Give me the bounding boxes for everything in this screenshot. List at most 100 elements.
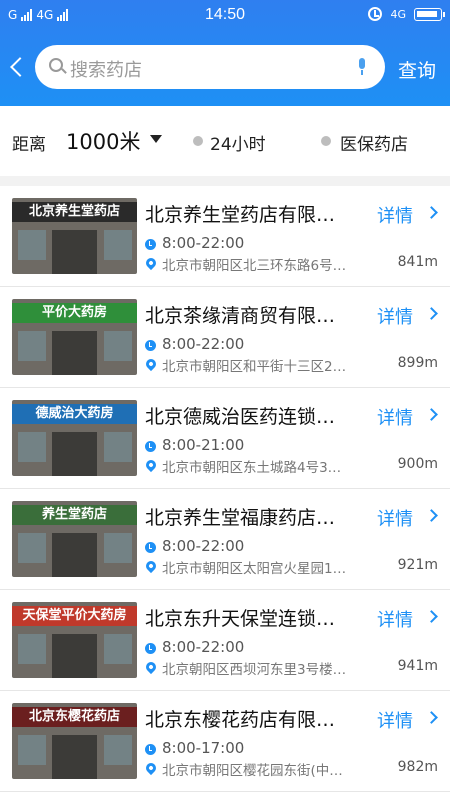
detail-link[interactable]: 详情	[377, 202, 413, 228]
store-sign: 天保堂平价大药房	[12, 606, 137, 626]
window-shape	[104, 735, 132, 765]
store-sign: 平价大药房	[12, 303, 137, 323]
detail-link[interactable]: 详情	[377, 505, 413, 531]
door-shape	[52, 634, 97, 678]
back-button[interactable]	[8, 56, 28, 80]
location-pin-icon	[143, 558, 159, 574]
store-address: 北京朝阳区西坝河东里3号楼…	[162, 662, 347, 678]
window-shape	[18, 432, 46, 462]
door-shape	[52, 735, 97, 779]
search-icon	[49, 58, 63, 72]
window-shape	[104, 230, 132, 260]
store-hours: 8:00-22:00	[162, 537, 245, 555]
radio-yibao[interactable]	[321, 136, 331, 146]
store-hours: 8:00-22:00	[162, 335, 245, 353]
clock-icon	[145, 643, 156, 654]
window-shape	[104, 634, 132, 664]
store-photo: 养生堂药店	[12, 501, 137, 577]
caret-down-icon[interactable]	[150, 135, 162, 143]
list-item[interactable]: 平价大药房 北京茶缘清商贸有限… 详情 8:00-22:00 北京市朝阳区和平街十三区2…	[0, 287, 450, 388]
search-placeholder: 搜索药店	[70, 60, 142, 81]
detail-link[interactable]: 详情	[377, 404, 413, 430]
store-name[interactable]: 北京茶缘清商贸有限…	[145, 301, 360, 328]
distance-label: 距离	[12, 135, 46, 155]
location-pin-icon	[143, 457, 159, 473]
store-hours: 8:00-21:00	[162, 436, 245, 454]
list-item[interactable]: 德威治大药房 北京德威治医药连锁… 详情 8:00-21:00 北京市朝阳区东土城路4号…	[0, 388, 450, 489]
list-item[interactable]: 北京东樱花药店 北京东樱花药店有限… 详情 8:00-17:00 北京市朝阳区樱花园东街…	[0, 691, 450, 792]
list-item[interactable]: 北京养生堂药店 北京养生堂药店有限… 详情 8:00-22:00 北京市朝阳区北三环东路…	[0, 186, 450, 287]
store-hours: 8:00-17:00	[162, 739, 245, 757]
list-item[interactable]: 天保堂平价大药房 北京东升天保堂连锁… 详情 8:00-22:00 北京朝阳区西坝河东里…	[0, 590, 450, 691]
alarm-icon	[368, 7, 383, 21]
store-name[interactable]: 北京德威治医药连锁…	[145, 402, 360, 429]
door-shape	[52, 432, 97, 476]
chevron-right-icon[interactable]	[425, 509, 438, 522]
network-label-right: 4G	[390, 7, 406, 21]
chevron-right-icon[interactable]	[425, 610, 438, 623]
location-pin-icon	[143, 255, 159, 271]
microphone-icon[interactable]	[357, 58, 367, 76]
store-hours: 8:00-22:00	[162, 234, 245, 252]
clock-icon	[145, 542, 156, 553]
location-pin-icon	[143, 356, 159, 372]
store-photo: 天保堂平价大药房	[12, 602, 137, 678]
window-shape	[18, 735, 46, 765]
store-name[interactable]: 北京东升天保堂连锁…	[145, 604, 360, 631]
store-sign: 北京东樱花药店	[12, 707, 137, 727]
status-right: 4G	[368, 7, 445, 21]
clock-icon	[145, 340, 156, 351]
store-address: 北京市朝阳区和平街十三区2…	[162, 359, 347, 375]
clock-icon	[145, 239, 156, 250]
store-photo: 北京东樱花药店	[12, 703, 137, 779]
store-distance: 982m	[397, 759, 438, 775]
store-distance: 900m	[397, 456, 438, 472]
window-shape	[104, 331, 132, 361]
chevron-right-icon[interactable]	[425, 307, 438, 320]
option-yibao[interactable]: 医保药店	[340, 130, 408, 155]
filter-bar: 距离 1000米 24小时 医保药店	[0, 106, 450, 176]
store-sign: 德威治大药房	[12, 404, 137, 424]
detail-link[interactable]: 详情	[377, 303, 413, 329]
detail-link[interactable]: 详情	[377, 707, 413, 733]
detail-link[interactable]: 详情	[377, 606, 413, 632]
store-distance: 899m	[397, 355, 438, 371]
door-shape	[52, 331, 97, 375]
store-address: 北京市朝阳区樱花园东街(中…	[162, 763, 343, 779]
store-name[interactable]: 北京养生堂药店有限…	[145, 200, 360, 227]
store-name[interactable]: 北京养生堂福康药店…	[145, 503, 360, 530]
query-button[interactable]: 查询	[398, 56, 436, 83]
status-bar: G 4G 14:50 4G	[0, 0, 450, 32]
header-bar: G 4G 14:50 4G 搜索药店 查询	[0, 0, 450, 106]
location-pin-icon	[143, 760, 159, 776]
window-shape	[104, 533, 132, 563]
store-photo: 德威治大药房	[12, 400, 137, 476]
store-name[interactable]: 北京东樱花药店有限…	[145, 705, 360, 732]
store-distance: 841m	[397, 254, 438, 270]
chevron-right-icon[interactable]	[425, 408, 438, 421]
store-sign: 北京养生堂药店	[12, 202, 137, 222]
store-photo: 平价大药房	[12, 299, 137, 375]
chevron-right-icon[interactable]	[425, 711, 438, 724]
divider	[0, 176, 450, 186]
window-shape	[18, 634, 46, 664]
window-shape	[104, 432, 132, 462]
location-pin-icon	[143, 659, 159, 675]
window-shape	[18, 230, 46, 260]
battery-icon	[414, 7, 445, 21]
radio-24h[interactable]	[193, 136, 203, 146]
option-24h[interactable]: 24小时	[210, 130, 266, 155]
distance-select[interactable]: 1000米	[66, 126, 140, 156]
clock-icon	[145, 441, 156, 452]
clock-icon	[145, 744, 156, 755]
list-item[interactable]: 养生堂药店 北京养生堂福康药店… 详情 8:00-22:00 北京市朝阳区太阳宫火星园1…	[0, 489, 450, 590]
store-address: 北京市朝阳区东土城路4号3…	[162, 460, 342, 476]
store-photo: 北京养生堂药店	[12, 198, 137, 274]
store-distance: 941m	[397, 658, 438, 674]
door-shape	[52, 230, 97, 274]
store-address: 北京市朝阳区北三环东路6号…	[162, 258, 347, 274]
chevron-right-icon[interactable]	[425, 206, 438, 219]
store-hours: 8:00-22:00	[162, 638, 245, 656]
search-input[interactable]: 搜索药店	[35, 45, 385, 89]
store-sign: 养生堂药店	[12, 505, 137, 525]
